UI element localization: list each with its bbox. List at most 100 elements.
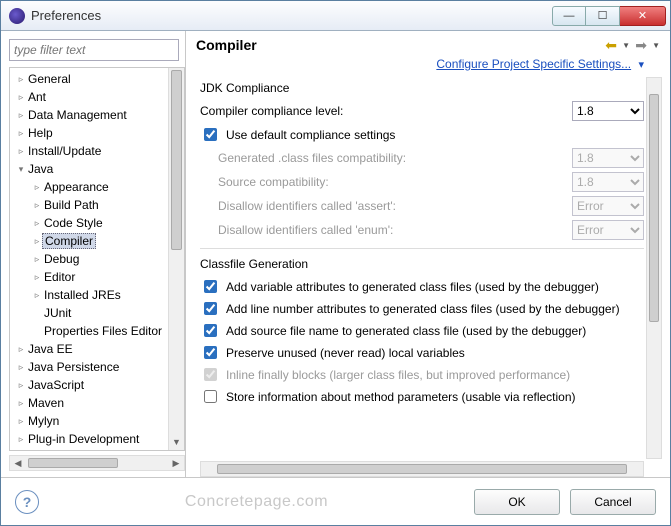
scroll-thumb[interactable] — [28, 458, 118, 468]
assert-label: Disallow identifiers called 'assert': — [218, 199, 572, 213]
scroll-left-icon[interactable]: ◀ — [10, 456, 26, 470]
content-vertical-scrollbar[interactable] — [646, 77, 662, 459]
window-title: Preferences — [31, 8, 552, 23]
back-menu-icon[interactable]: ▼ — [622, 41, 630, 50]
tree-item[interactable]: ▹Ant — [10, 88, 168, 106]
compliance-level-row: Compiler compliance level: 1.8 — [200, 101, 644, 121]
tree-viewport[interactable]: ▹General▹Ant▹Data Management▹Help▹Instal… — [10, 68, 168, 450]
src-compat-row: Source compatibility: 1.8 — [218, 172, 644, 192]
tree-item-label: Java — [26, 162, 55, 176]
add-src-check[interactable]: Add source file name to generated class … — [200, 321, 644, 340]
tree-item[interactable]: ▹Build Path — [10, 196, 168, 214]
expand-icon[interactable]: ▹ — [16, 128, 26, 139]
tree-item[interactable]: ▹Remote Systems — [10, 448, 168, 450]
expand-icon[interactable]: ▾ — [16, 164, 26, 175]
tree-item[interactable]: ▹Compiler — [10, 232, 168, 250]
scroll-right-icon[interactable]: ▶ — [168, 456, 184, 470]
expand-icon[interactable]: ▹ — [32, 200, 42, 211]
scroll-thumb[interactable] — [217, 464, 627, 474]
scroll-thumb[interactable] — [649, 94, 659, 322]
filter-input[interactable] — [9, 39, 179, 61]
expand-icon[interactable]: ▹ — [16, 92, 26, 103]
cancel-button[interactable]: Cancel — [570, 489, 656, 515]
gen-compat-row: Generated .class files compatibility: 1.… — [218, 148, 644, 168]
tree-item-label: Editor — [42, 270, 77, 284]
use-default-check[interactable]: Use default compliance settings — [200, 125, 644, 144]
scroll-thumb[interactable] — [171, 70, 182, 250]
tree-item[interactable]: ▹Plug-in Development — [10, 430, 168, 448]
add-line-check[interactable]: Add line number attributes to generated … — [200, 299, 644, 318]
add-line-checkbox[interactable] — [204, 302, 217, 315]
expand-icon[interactable]: ▹ — [16, 74, 26, 85]
tree-item-label: Plug-in Development — [26, 432, 141, 446]
tree-item-label: Mylyn — [26, 414, 61, 428]
expand-icon[interactable]: ▹ — [32, 290, 42, 301]
expand-icon[interactable]: ▾ — [638, 59, 644, 71]
tree-item[interactable]: ▹Code Style — [10, 214, 168, 232]
tree-item[interactable]: ▹Maven — [10, 394, 168, 412]
tree-item[interactable]: ▹General — [10, 70, 168, 88]
tree-vertical-scrollbar[interactable]: ▲ ▼ — [168, 68, 184, 450]
add-src-checkbox[interactable] — [204, 324, 217, 337]
minimize-button[interactable]: — — [552, 6, 586, 26]
tree-item-label: Java Persistence — [26, 360, 121, 374]
compliance-level-select[interactable]: 1.8 — [572, 101, 644, 121]
tree-item[interactable]: ▹JavaScript — [10, 376, 168, 394]
tree-item[interactable]: JUnit — [10, 304, 168, 322]
preserve-checkbox[interactable] — [204, 346, 217, 359]
expand-icon[interactable]: ▹ — [16, 344, 26, 355]
project-settings-link[interactable]: Configure Project Specific Settings... — [436, 57, 631, 71]
store-params-label: Store information about method parameter… — [226, 390, 576, 404]
maximize-button[interactable]: ☐ — [586, 6, 620, 26]
expand-icon[interactable]: ▹ — [32, 254, 42, 265]
tree-item[interactable]: ▹Help — [10, 124, 168, 142]
tree-item[interactable]: ▹Data Management — [10, 106, 168, 124]
expand-icon[interactable]: ▹ — [16, 416, 26, 427]
add-var-check[interactable]: Add variable attributes to generated cla… — [200, 277, 644, 296]
close-button[interactable]: ✕ — [620, 6, 666, 26]
forward-menu-icon[interactable]: ▼ — [652, 41, 660, 50]
preserve-check[interactable]: Preserve unused (never read) local varia… — [200, 343, 644, 362]
tree-item[interactable]: ▹Java Persistence — [10, 358, 168, 376]
expand-icon[interactable]: ▹ — [16, 146, 26, 157]
tree-item-label: Build Path — [42, 198, 101, 212]
tree-horizontal-scrollbar[interactable]: ◀ ▶ — [9, 455, 185, 471]
back-icon[interactable]: ⬅ — [602, 37, 620, 53]
tree-item[interactable]: ▾Java — [10, 160, 168, 178]
page-title: Compiler — [196, 37, 602, 53]
use-default-label: Use default compliance settings — [226, 128, 395, 142]
ok-button[interactable]: OK — [474, 489, 560, 515]
expand-icon[interactable]: ▹ — [16, 362, 26, 373]
scroll-down-icon[interactable]: ▼ — [169, 434, 184, 450]
expand-icon[interactable]: ▹ — [16, 110, 26, 121]
expand-icon[interactable]: ▹ — [16, 398, 26, 409]
tree-item[interactable]: ▹Mylyn — [10, 412, 168, 430]
tree-item-label: JavaScript — [26, 378, 86, 392]
tree-item[interactable]: ▹Java EE — [10, 340, 168, 358]
expand-icon[interactable]: ▹ — [32, 272, 42, 283]
expand-icon[interactable]: ▹ — [32, 218, 42, 229]
expand-icon[interactable]: ▹ — [16, 380, 26, 391]
classfile-section-label: Classfile Generation — [200, 257, 644, 271]
expand-icon[interactable]: ▹ — [32, 236, 42, 247]
forward-icon[interactable]: ➡ — [632, 37, 650, 53]
tree-item[interactable]: ▹Install/Update — [10, 142, 168, 160]
store-params-checkbox[interactable] — [204, 390, 217, 403]
tree-item[interactable]: ▹Installed JREs — [10, 286, 168, 304]
nav-toolbar: ⬅▼ ➡▼ — [602, 37, 660, 53]
use-default-checkbox[interactable] — [204, 128, 217, 141]
expand-icon[interactable]: ▹ — [32, 182, 42, 193]
tree-item[interactable]: Properties Files Editor — [10, 322, 168, 340]
add-line-label: Add line number attributes to generated … — [226, 302, 620, 316]
enum-label: Disallow identifiers called 'enum': — [218, 223, 572, 237]
titlebar[interactable]: Preferences — ☐ ✕ — [1, 1, 670, 31]
help-icon[interactable]: ? — [15, 490, 39, 514]
store-params-check[interactable]: Store information about method parameter… — [200, 387, 644, 406]
tree-item[interactable]: ▹Debug — [10, 250, 168, 268]
content-horizontal-scrollbar[interactable] — [200, 461, 644, 477]
tree-item[interactable]: ▹Editor — [10, 268, 168, 286]
expand-icon[interactable]: ▹ — [16, 434, 26, 445]
inline-label: Inline finally blocks (larger class file… — [226, 368, 570, 382]
add-var-checkbox[interactable] — [204, 280, 217, 293]
tree-item[interactable]: ▹Appearance — [10, 178, 168, 196]
